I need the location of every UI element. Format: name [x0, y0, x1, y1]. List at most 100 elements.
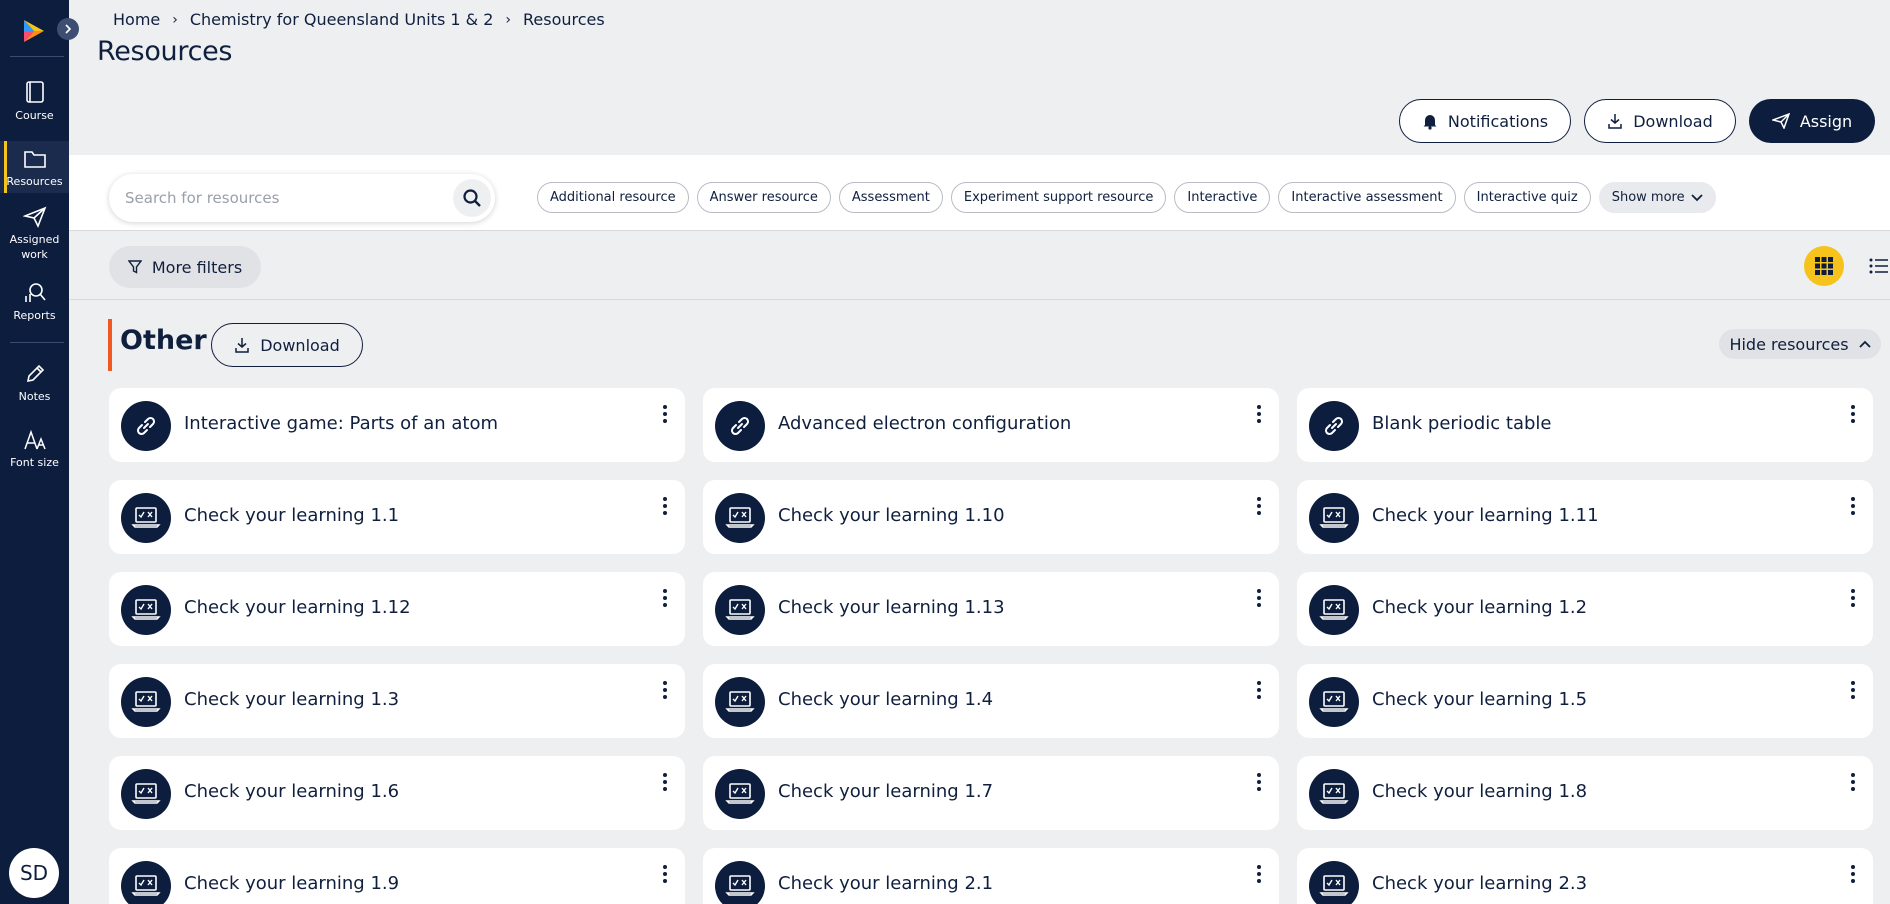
- breadcrumb-home[interactable]: Home: [113, 10, 160, 29]
- sidebar-item-resources[interactable]: Resources: [0, 141, 69, 193]
- more-options-icon[interactable]: [1249, 584, 1269, 612]
- chevron-right-icon: ›: [172, 11, 178, 28]
- more-options-icon[interactable]: [655, 676, 675, 704]
- resource-card[interactable]: Check your learning 1.7: [703, 756, 1279, 830]
- show-more-button[interactable]: Show more: [1598, 182, 1716, 213]
- more-options-icon[interactable]: [655, 768, 675, 796]
- assign-button[interactable]: Assign: [1749, 99, 1875, 143]
- sidebar-item-label: Course: [15, 109, 54, 122]
- sidebar-item-label: Notes: [18, 390, 51, 403]
- more-filters-button[interactable]: More filters: [109, 246, 261, 288]
- sidebar-item-reports[interactable]: Reports: [0, 282, 69, 323]
- resource-card[interactable]: Check your learning 1.10: [703, 480, 1279, 554]
- resource-title: Check your learning 2.3: [1372, 873, 1588, 894]
- link-icon: [121, 401, 171, 451]
- resource-card[interactable]: Interactive game: Parts of an atom: [109, 388, 685, 462]
- bell-icon: [1423, 115, 1437, 130]
- resource-title: Blank periodic table: [1372, 413, 1552, 434]
- resource-card[interactable]: Check your learning 1.8: [1297, 756, 1873, 830]
- resource-card[interactable]: Check your learning 1.12: [109, 572, 685, 646]
- resource-title: Check your learning 1.5: [1372, 689, 1588, 710]
- grid-icon: [1815, 257, 1833, 275]
- laptop-quiz-icon: [715, 585, 765, 635]
- sidebar-divider: [10, 342, 64, 343]
- toolbar-row: More filters: [69, 232, 1890, 300]
- sidebar-item-assigned-work[interactable]: Assigned work: [0, 206, 69, 262]
- app-logo-icon[interactable]: [21, 18, 47, 44]
- more-options-icon[interactable]: [1249, 768, 1269, 796]
- more-options-icon[interactable]: [1249, 400, 1269, 428]
- resource-card[interactable]: Blank periodic table: [1297, 388, 1873, 462]
- chip-interactive[interactable]: Interactive: [1174, 182, 1271, 213]
- resource-title: Check your learning 1.9: [184, 873, 400, 894]
- section-title: Other: [120, 325, 207, 356]
- more-options-icon[interactable]: [655, 584, 675, 612]
- page-title: Resources: [97, 36, 233, 67]
- resource-card[interactable]: Check your learning 2.1: [703, 848, 1279, 904]
- chevron-down-icon: [1690, 193, 1703, 201]
- search-input[interactable]: [125, 174, 445, 222]
- chip-interactive-quiz[interactable]: Interactive quiz: [1463, 182, 1591, 213]
- list-icon: [1869, 258, 1888, 274]
- resource-card[interactable]: Check your learning 2.3: [1297, 848, 1873, 904]
- laptop-quiz-icon: [1309, 585, 1359, 635]
- section-download-button[interactable]: Download: [211, 323, 363, 367]
- laptop-quiz-icon: [715, 861, 765, 904]
- section-accent-bar: [108, 319, 112, 371]
- download-all-button[interactable]: Download: [1584, 99, 1736, 143]
- more-options-icon[interactable]: [1249, 676, 1269, 704]
- more-options-icon[interactable]: [1249, 860, 1269, 888]
- search-button[interactable]: [453, 179, 491, 217]
- sidebar-item-font-size[interactable]: Font size: [0, 429, 69, 470]
- resource-title: Check your learning 1.7: [778, 781, 994, 802]
- resource-card[interactable]: Check your learning 1.5: [1297, 664, 1873, 738]
- resource-card[interactable]: Check your learning 1.4: [703, 664, 1279, 738]
- sidebar-item-notes[interactable]: Notes: [0, 363, 69, 404]
- more-options-icon[interactable]: [655, 860, 675, 888]
- resource-card[interactable]: Check your learning 1.6: [109, 756, 685, 830]
- download-label: Download: [1633, 111, 1713, 131]
- resource-title: Check your learning 1.1: [184, 505, 400, 526]
- expand-sidebar-button[interactable]: [57, 18, 79, 40]
- resource-title: Check your learning 1.2: [1372, 597, 1588, 618]
- chip-interactive-assessment[interactable]: Interactive assessment: [1278, 182, 1456, 213]
- resource-title: Advanced electron configuration: [778, 413, 1072, 434]
- more-options-icon[interactable]: [1249, 492, 1269, 520]
- more-options-icon[interactable]: [1843, 400, 1863, 428]
- resource-card[interactable]: Check your learning 1.2: [1297, 572, 1873, 646]
- more-options-icon[interactable]: [1843, 768, 1863, 796]
- resource-title: Check your learning 1.12: [184, 597, 411, 618]
- notifications-button[interactable]: Notifications: [1399, 99, 1571, 143]
- hide-resources-button[interactable]: Hide resources: [1719, 329, 1881, 359]
- laptop-quiz-icon: [1309, 677, 1359, 727]
- chip-experiment-support-resource[interactable]: Experiment support resource: [950, 182, 1167, 213]
- hide-resources-label: Hide resources: [1729, 334, 1849, 354]
- chip-additional-resource[interactable]: Additional resource: [537, 182, 689, 213]
- more-options-icon[interactable]: [655, 492, 675, 520]
- chip-assessment[interactable]: Assessment: [838, 182, 943, 213]
- resource-card[interactable]: Check your learning 1.3: [109, 664, 685, 738]
- grid-view-button[interactable]: [1804, 246, 1844, 286]
- filter-icon: [127, 260, 142, 274]
- avatar[interactable]: SD: [9, 848, 59, 898]
- search-box: [109, 174, 495, 222]
- resource-card[interactable]: Check your learning 1.9: [109, 848, 685, 904]
- resource-card[interactable]: Advanced electron configuration: [703, 388, 1279, 462]
- list-view-button[interactable]: [1859, 246, 1890, 286]
- more-options-icon[interactable]: [1843, 584, 1863, 612]
- more-options-icon[interactable]: [655, 400, 675, 428]
- chip-answer-resource[interactable]: Answer resource: [696, 182, 831, 213]
- resource-card[interactable]: Check your learning 1.11: [1297, 480, 1873, 554]
- more-options-icon[interactable]: [1843, 492, 1863, 520]
- resource-title: Check your learning 1.6: [184, 781, 400, 802]
- resource-title: Check your learning 1.13: [778, 597, 1005, 618]
- breadcrumb-course[interactable]: Chemistry for Queensland Units 1 & 2: [190, 10, 494, 29]
- more-options-icon[interactable]: [1843, 676, 1863, 704]
- breadcrumb-current: Resources: [523, 10, 605, 29]
- resource-card[interactable]: Check your learning 1.13: [703, 572, 1279, 646]
- more-options-icon[interactable]: [1843, 860, 1863, 888]
- paper-plane-icon: [1771, 113, 1790, 129]
- resource-card[interactable]: Check your learning 1.1: [109, 480, 685, 554]
- sidebar-item-course[interactable]: Course: [0, 80, 69, 123]
- chevron-up-icon: [1858, 340, 1871, 348]
